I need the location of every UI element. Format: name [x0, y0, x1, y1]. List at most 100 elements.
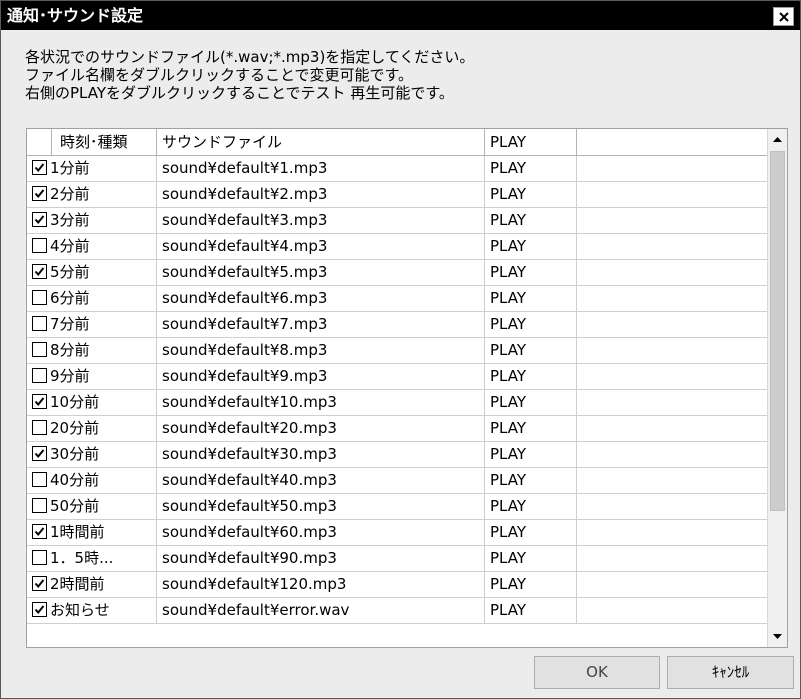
row-checkbox[interactable] [32, 186, 47, 201]
row-checkbox[interactable] [32, 524, 47, 539]
scroll-up-icon [773, 137, 782, 142]
row-checkbox[interactable] [32, 212, 47, 227]
row-checkbox[interactable] [32, 394, 47, 409]
row-sound-file[interactable]: sound¥default¥8.mp3 [157, 338, 485, 363]
table-row[interactable]: 50分前 sound¥default¥50.mp3 PLAY [27, 494, 768, 520]
row-play[interactable]: PLAY [485, 312, 577, 337]
checkmark-icon [34, 163, 45, 173]
table-row[interactable]: 1時間前 sound¥default¥60.mp3 PLAY [27, 520, 768, 546]
row-sound-file[interactable]: sound¥default¥4.mp3 [157, 234, 485, 259]
row-checkbox[interactable] [32, 316, 47, 331]
header-checkbox-column[interactable] [27, 129, 52, 155]
table-row[interactable]: 40分前 sound¥default¥40.mp3 PLAY [27, 468, 768, 494]
row-play[interactable]: PLAY [485, 390, 577, 415]
row-sound-file[interactable]: sound¥default¥error.wav [157, 598, 485, 623]
row-checkbox[interactable] [32, 498, 47, 513]
row-sound-file[interactable]: sound¥default¥1.mp3 [157, 156, 485, 181]
row-time-label: 40分前 [50, 471, 100, 489]
row-blank [577, 546, 768, 571]
table-row[interactable]: 2時間前 sound¥default¥120.mp3 PLAY [27, 572, 768, 598]
table-row[interactable]: 5分前 sound¥default¥5.mp3 PLAY [27, 260, 768, 286]
row-sound-file[interactable]: sound¥default¥40.mp3 [157, 468, 485, 493]
row-play[interactable]: PLAY [485, 156, 577, 181]
table-row[interactable]: 20分前 sound¥default¥20.mp3 PLAY [27, 416, 768, 442]
row-play[interactable]: PLAY [485, 364, 577, 389]
sound-list[interactable]: 時刻･種類 サウンドファイル PLAY 1分前 sound¥default¥1.m… [26, 128, 788, 648]
row-sound-file[interactable]: sound¥default¥7.mp3 [157, 312, 485, 337]
row-blank [577, 208, 768, 233]
row-sound-file[interactable]: sound¥default¥2.mp3 [157, 182, 485, 207]
row-checkbox[interactable] [32, 446, 47, 461]
row-blank [577, 468, 768, 493]
row-checkbox[interactable] [32, 160, 47, 175]
row-play[interactable]: PLAY [485, 520, 577, 545]
scroll-down-button[interactable] [769, 627, 786, 645]
row-sound-file[interactable]: sound¥default¥20.mp3 [157, 416, 485, 441]
row-play[interactable]: PLAY [485, 182, 577, 207]
vertical-scrollbar[interactable] [767, 129, 787, 647]
table-row[interactable]: 6分前 sound¥default¥6.mp3 PLAY [27, 286, 768, 312]
row-play[interactable]: PLAY [485, 260, 577, 285]
row-sound-file[interactable]: sound¥default¥120.mp3 [157, 572, 485, 597]
row-time-label: 8分前 [50, 341, 90, 359]
row-checkbox[interactable] [32, 576, 47, 591]
row-play[interactable]: PLAY [485, 234, 577, 259]
row-sound-file[interactable]: sound¥default¥6.mp3 [157, 286, 485, 311]
row-play[interactable]: PLAY [485, 416, 577, 441]
table-row[interactable]: 1分前 sound¥default¥1.mp3 PLAY [27, 156, 768, 182]
scroll-up-button[interactable] [769, 131, 786, 149]
row-time-cell: 9分前 [27, 364, 157, 389]
row-play[interactable]: PLAY [485, 442, 577, 467]
row-time-cell: お知らせ [27, 598, 157, 623]
row-blank [577, 312, 768, 337]
table-row[interactable]: お知らせ sound¥default¥error.wav PLAY [27, 598, 768, 624]
header-sound-file[interactable]: サウンドファイル [157, 129, 485, 155]
row-sound-file[interactable]: sound¥default¥90.mp3 [157, 546, 485, 571]
row-play[interactable]: PLAY [485, 598, 577, 623]
row-play[interactable]: PLAY [485, 572, 577, 597]
ok-button[interactable]: OK [534, 656, 660, 689]
row-checkbox[interactable] [32, 264, 47, 279]
table-row[interactable]: 4分前 sound¥default¥4.mp3 PLAY [27, 234, 768, 260]
row-checkbox[interactable] [32, 342, 47, 357]
table-row[interactable]: 7分前 sound¥default¥7.mp3 PLAY [27, 312, 768, 338]
table-row[interactable]: 3分前 sound¥default¥3.mp3 PLAY [27, 208, 768, 234]
row-sound-file[interactable]: sound¥default¥30.mp3 [157, 442, 485, 467]
row-time-cell: 2時間前 [27, 572, 157, 597]
row-play[interactable]: PLAY [485, 546, 577, 571]
title-bar[interactable]: 通知･サウンド設定 [1, 1, 800, 30]
row-sound-file[interactable]: sound¥default¥60.mp3 [157, 520, 485, 545]
header-time-type[interactable]: 時刻･種類 [52, 129, 157, 155]
table-row[interactable]: 9分前 sound¥default¥9.mp3 PLAY [27, 364, 768, 390]
row-play[interactable]: PLAY [485, 338, 577, 363]
row-checkbox[interactable] [32, 368, 47, 383]
table-row[interactable]: 8分前 sound¥default¥8.mp3 PLAY [27, 338, 768, 364]
row-checkbox[interactable] [32, 550, 47, 565]
instructions: 各状況でのサウンドファイル(*.wav;*.mp3)を指定してください。 ファイ… [25, 48, 474, 102]
scrollbar-thumb[interactable] [770, 151, 785, 511]
row-play[interactable]: PLAY [485, 494, 577, 519]
list-rows: 1分前 sound¥default¥1.mp3 PLAY 2分前 sound¥defau… [27, 156, 768, 624]
header-play[interactable]: PLAY [485, 129, 577, 155]
table-row[interactable]: 30分前 sound¥default¥30.mp3 PLAY [27, 442, 768, 468]
row-time-cell: 1時間前 [27, 520, 157, 545]
row-checkbox[interactable] [32, 602, 47, 617]
table-row[interactable]: 2分前 sound¥default¥2.mp3 PLAY [27, 182, 768, 208]
row-sound-file[interactable]: sound¥default¥9.mp3 [157, 364, 485, 389]
row-play[interactable]: PLAY [485, 286, 577, 311]
row-checkbox[interactable] [32, 238, 47, 253]
row-play[interactable]: PLAY [485, 208, 577, 233]
cancel-button[interactable]: ｷｬﾝｾﾙ [667, 656, 794, 689]
row-play[interactable]: PLAY [485, 468, 577, 493]
table-row[interactable]: 10分前 sound¥default¥10.mp3 PLAY [27, 390, 768, 416]
row-time-label: 5分前 [50, 263, 90, 281]
close-button[interactable] [773, 7, 794, 26]
row-checkbox[interactable] [32, 420, 47, 435]
row-checkbox[interactable] [32, 290, 47, 305]
table-row[interactable]: 1．5時... sound¥default¥90.mp3 PLAY [27, 546, 768, 572]
row-checkbox[interactable] [32, 472, 47, 487]
row-sound-file[interactable]: sound¥default¥5.mp3 [157, 260, 485, 285]
row-sound-file[interactable]: sound¥default¥3.mp3 [157, 208, 485, 233]
row-sound-file[interactable]: sound¥default¥10.mp3 [157, 390, 485, 415]
row-sound-file[interactable]: sound¥default¥50.mp3 [157, 494, 485, 519]
